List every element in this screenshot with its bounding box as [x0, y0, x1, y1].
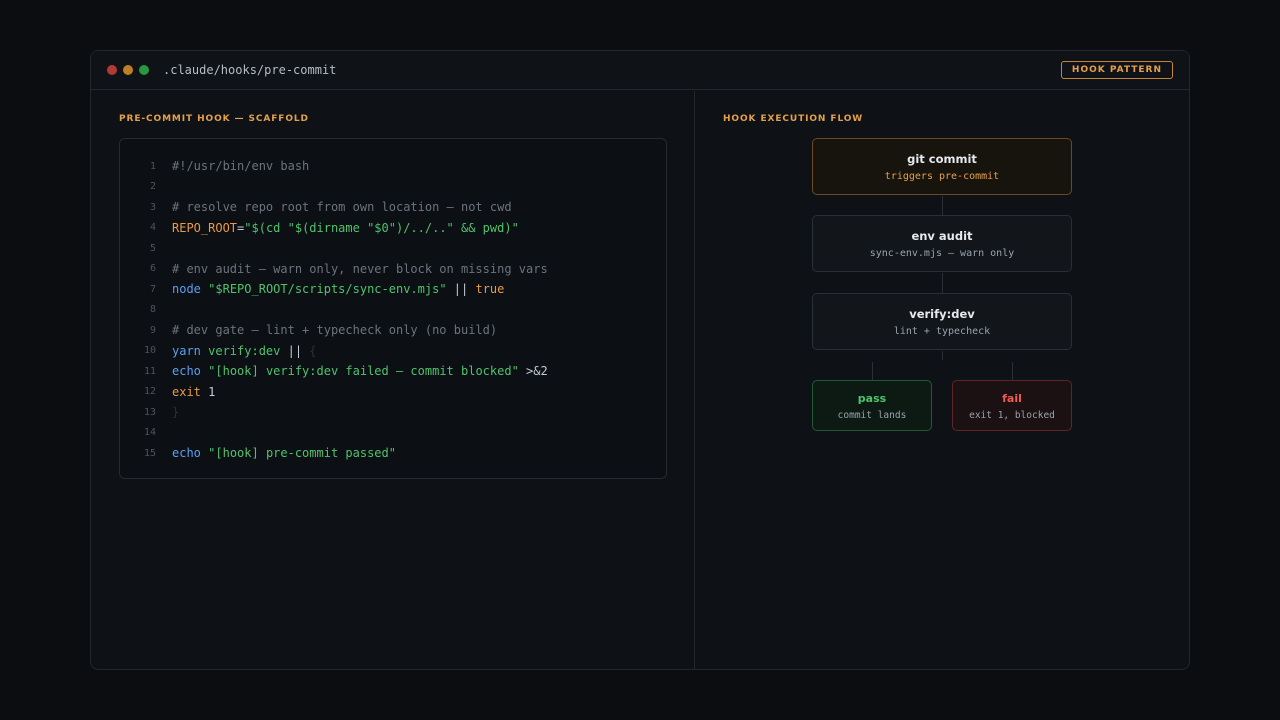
node-subtitle: commit lands [837, 410, 907, 421]
node-title: fail [1002, 392, 1022, 405]
flow-node-env-audit: env audit sync-env.mjs — warn only [812, 215, 1072, 272]
code-token: } [172, 405, 180, 420]
connector-line [942, 196, 943, 215]
flow-panel: HOOK EXECUTION FLOW git commit triggers … [695, 91, 1189, 669]
node-title: pass [857, 392, 887, 405]
connector-line [942, 273, 943, 293]
flow-section-label: HOOK EXECUTION FLOW [723, 114, 864, 124]
minimize-window-dot[interactable] [123, 65, 133, 75]
hook-pattern-badge: HOOK PATTERN [1060, 61, 1173, 79]
flow-node-git-commit: git commit triggers pre-commit [812, 138, 1072, 195]
code-token: #!/usr/bin/env bash [172, 159, 310, 174]
file-path: .claude/hooks/pre-commit [163, 63, 337, 77]
code-line: 5 [120, 238, 666, 259]
line-number: 1 [149, 160, 156, 172]
line-number: 2 [149, 181, 156, 193]
code-line: 10 yarn verify:dev || { [120, 341, 666, 362]
code-token: node [172, 282, 201, 297]
connector-line-pass [872, 362, 873, 380]
connector-line-fail [1012, 362, 1013, 380]
node-subtitle: exit 1, blocked [969, 410, 1055, 421]
code-line: 8 [120, 300, 666, 321]
line-number: 11 [143, 365, 156, 377]
line-number: 5 [149, 242, 156, 254]
flow-node-verify-dev: verify:dev lint + typecheck [812, 293, 1072, 350]
connector-line [942, 351, 943, 360]
code-token: echo [172, 446, 201, 461]
code-line: 3 # resolve repo root from own location —… [120, 197, 666, 218]
code-token: "$REPO_ROOT/scripts/sync-env.mjs" [208, 282, 447, 297]
code-line: 7 node "$REPO_ROOT/scripts/sync-env.mjs" … [120, 279, 666, 300]
code-token: # env audit — warn only, never block on … [172, 261, 548, 276]
code-line: 1 #!/usr/bin/env bash [120, 156, 666, 177]
code-token: yarn [172, 343, 201, 358]
node-title: env audit [911, 229, 973, 243]
close-window-dot[interactable] [107, 65, 117, 75]
code-token: || [446, 282, 476, 297]
flow-node-fail: fail exit 1, blocked [952, 380, 1072, 431]
line-number: 4 [149, 222, 156, 234]
code-line: 14 [120, 423, 666, 444]
node-subtitle: sync-env.mjs — warn only [869, 248, 1015, 259]
code-token: "$(cd "$(dirname "$0")/../.." && pwd)" [244, 220, 519, 235]
code-line: 6 # env audit — warn only, never block on… [120, 259, 666, 280]
line-number: 7 [149, 283, 156, 295]
line-number: 13 [143, 406, 156, 418]
code-line: 13} [120, 402, 666, 423]
line-number: 15 [143, 447, 156, 459]
line-number: 3 [149, 201, 156, 213]
node-title: verify:dev [909, 307, 975, 321]
code-panel: PRE-COMMIT HOOK — SCAFFOLD 1 #!/usr/bin/e… [91, 91, 695, 669]
code-token: # resolve repo root from own location — … [172, 200, 512, 215]
node-subtitle: lint + typecheck [893, 326, 991, 337]
line-number: 10 [143, 345, 156, 357]
code-token: "[hook] verify:dev failed — commit block… [208, 364, 519, 379]
flow-node-pass: pass commit lands [812, 380, 932, 431]
node-title: git commit [907, 152, 977, 166]
code-token: "[hook] pre-commit passed" [208, 446, 396, 461]
code-line: 11 echo "[hook] verify:dev failed — commi… [120, 361, 666, 382]
node-subtitle: triggers pre-commit [884, 171, 1000, 182]
code-line: 15 echo "[hook] pre-commit passed" [120, 443, 666, 464]
editor-window: .claude/hooks/pre-commit HOOK PATTERN PR… [90, 50, 1190, 670]
line-number: 14 [143, 427, 156, 439]
code-block[interactable]: 1 #!/usr/bin/env bash 2 3 # resolve repo roo… [119, 138, 667, 479]
title-bar: .claude/hooks/pre-commit HOOK PATTERN [91, 51, 1189, 90]
code-token: true [475, 282, 505, 297]
window-controls [107, 65, 149, 75]
code-token: verify:dev [200, 343, 281, 358]
line-number: 8 [149, 304, 156, 316]
code-section-label: PRE-COMMIT HOOK — SCAFFOLD [119, 114, 309, 124]
line-number: 9 [149, 324, 156, 336]
code-token: || [280, 343, 310, 358]
code-token: { [309, 343, 317, 358]
code-line: 4 REPO_ROOT = "$(cd "$(dirname "$0")/../.."… [120, 218, 666, 239]
code-token: = [237, 220, 245, 235]
code-token: >&2 [518, 364, 548, 379]
code-line: 2 [120, 177, 666, 198]
code-line: 9 # dev gate — lint + typecheck only (no … [120, 320, 666, 341]
code-token: exit [172, 384, 201, 399]
line-number: 6 [149, 263, 156, 275]
code-token: 1 [200, 384, 216, 399]
code-token: # dev gate — lint + typecheck only (no b… [172, 323, 498, 338]
code-token: echo [172, 364, 201, 379]
code-token: REPO_ROOT [172, 220, 238, 235]
code-line: 12 exit 1 [120, 382, 666, 403]
line-number: 12 [143, 386, 156, 398]
maximize-window-dot[interactable] [139, 65, 149, 75]
